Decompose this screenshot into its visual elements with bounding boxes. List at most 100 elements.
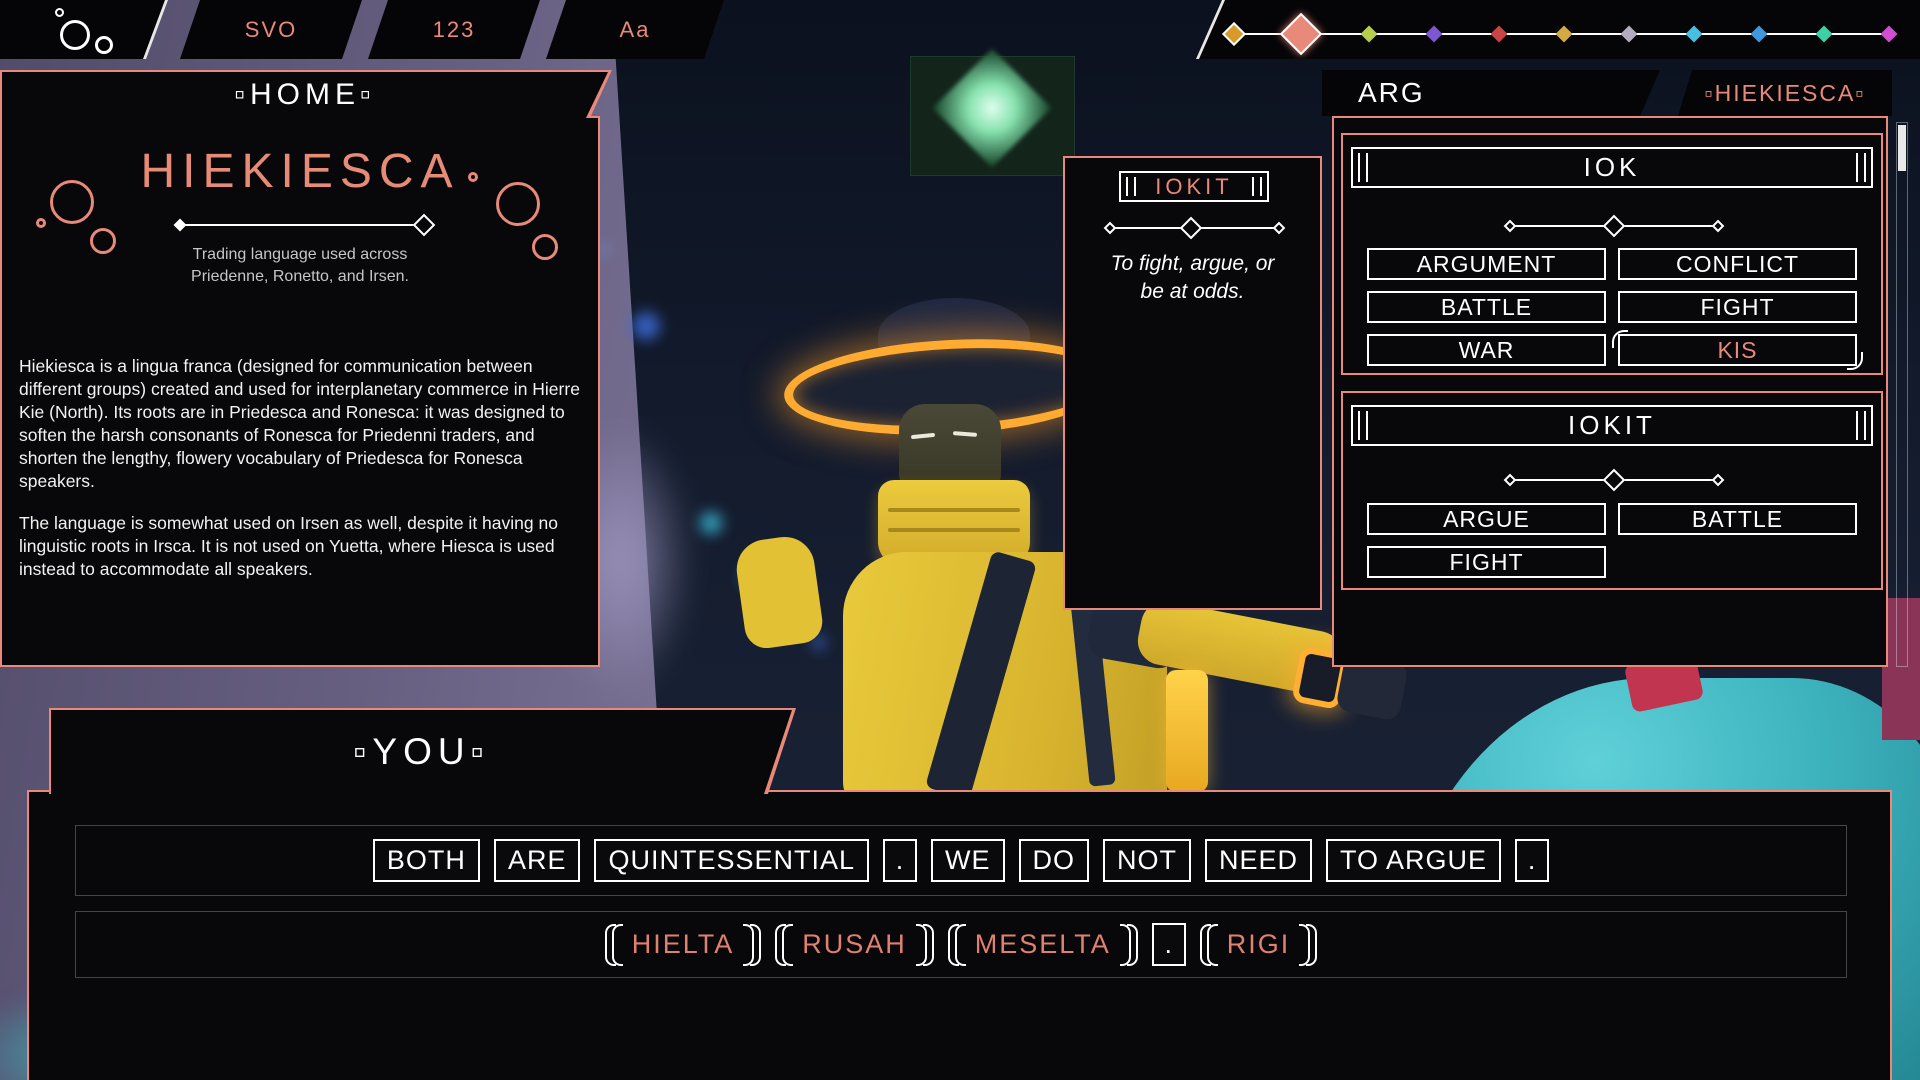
molecule-icon-dot (55, 8, 64, 17)
bracket-ornament-right (744, 922, 761, 968)
tab-hiekiesca-language[interactable]: ▫HIEKIESCA▫ (1678, 70, 1892, 116)
sentence-word[interactable]: BOTH (373, 839, 480, 882)
decor-circle (468, 172, 478, 182)
character-face (899, 404, 1001, 492)
bracket-ornament-right (1300, 922, 1317, 968)
tab-arg-category[interactable]: ARG (1322, 70, 1660, 116)
tab-home[interactable]: ▫HOME▫ (0, 70, 612, 118)
timeline-marker[interactable] (1491, 26, 1508, 43)
letters-tab-label: Aa (620, 17, 651, 43)
timeline-marker[interactable] (1816, 26, 1833, 43)
tab-you[interactable]: ▫YOU▫ (49, 708, 796, 794)
slider-diamond (1504, 474, 1517, 487)
divider-diamond (174, 219, 187, 232)
sentence-word[interactable]: QUINTESSENTIAL (594, 839, 869, 882)
sentence-word[interactable]: ARE (494, 839, 581, 882)
slider-diamond (1712, 220, 1725, 233)
svo-tab-label: SVO (245, 17, 297, 43)
sentence-word[interactable]: NOT (1103, 839, 1191, 882)
entry-slider[interactable] (1510, 479, 1718, 481)
timeline-marker[interactable] (1556, 26, 1573, 43)
timeline-marker[interactable] (1881, 26, 1898, 43)
sentence-word[interactable]: WE (931, 839, 1005, 882)
translation-grid: ARGUMENT CONFLICT BATTLE FIGHT WAR KIS (1367, 248, 1857, 366)
timeline-band (1196, 0, 1920, 59)
tooltip-slider (1110, 227, 1279, 229)
timeline-marker[interactable] (1426, 26, 1443, 43)
entry-slider[interactable] (1510, 225, 1718, 227)
home-panel: HIEKIESCA Trading language used across P… (0, 116, 600, 667)
bracket-ornament-left (1200, 922, 1217, 968)
timeline-marker[interactable] (1686, 26, 1703, 43)
translated-word[interactable]: MESELTA (948, 922, 1138, 968)
bracket-ornament-right (917, 922, 934, 968)
timeline-marker[interactable] (1621, 26, 1638, 43)
translation-button[interactable]: BATTLE (1618, 503, 1857, 535)
menu-tab-symbols[interactable] (0, 0, 168, 59)
translation-button[interactable]: CONFLICT (1618, 248, 1857, 280)
language-description-paragraph-1: Hiekiesca is a lingua franca (designed f… (19, 355, 582, 494)
bracket-ornament-left (948, 922, 965, 968)
tooltip-word-box: IOKIT (1119, 171, 1269, 202)
tooltip-word: IOKIT (1155, 174, 1232, 200)
translation-button[interactable]: WAR (1367, 334, 1606, 366)
entry-word: IOK (1584, 152, 1641, 183)
menu-tab-letters[interactable]: Aa (546, 0, 724, 59)
decor-circle (36, 218, 46, 228)
sentence-word[interactable]: TO ARGUE (1326, 839, 1501, 882)
translation-button[interactable]: FIGHT (1367, 546, 1606, 578)
language-subtitle-line2: Priedenne, Ronetto, and Irsen. (2, 266, 598, 288)
translation-button[interactable]: ARGUE (1367, 503, 1606, 535)
you-tab-label: ▫YOU▫ (353, 731, 489, 773)
molecule-icon-small-circle (95, 36, 113, 54)
translated-period[interactable]: . (1152, 923, 1186, 966)
translation-grid: ARGUE BATTLE FIGHT (1367, 503, 1857, 578)
translation-button[interactable]: ARGUMENT (1367, 248, 1606, 280)
bokeh-light (632, 312, 660, 340)
timeline-marker[interactable] (1361, 26, 1378, 43)
sentence-period[interactable]: . (883, 839, 917, 882)
translated-word[interactable]: HIELTA (605, 922, 762, 968)
hiekiesca-tab-label: ▫HIEKIESCA▫ (1704, 80, 1865, 107)
menu-tab-numbers[interactable]: 123 (368, 0, 540, 59)
dictionary-scrollbar[interactable] (1896, 122, 1908, 667)
language-description-paragraph-2: The language is somewhat used on Irsen a… (19, 512, 582, 581)
title-divider (180, 224, 424, 226)
translated-word-label: MESELTA (965, 922, 1121, 968)
numbers-tab-label: 123 (433, 17, 476, 43)
translation-button[interactable]: FIGHT (1618, 291, 1857, 323)
slider-diamond (1504, 220, 1517, 233)
tooltip-definition-line2: be at odds. (1065, 278, 1320, 306)
translation-button[interactable]: BATTLE (1367, 291, 1606, 323)
slider-diamond (1104, 222, 1117, 235)
translation-button-highlighted[interactable]: KIS (1618, 334, 1857, 366)
timeline-marker[interactable] (1751, 26, 1768, 43)
translated-word[interactable]: RIGI (1200, 922, 1318, 968)
scrollbar-thumb[interactable] (1898, 125, 1906, 171)
translated-word[interactable]: RUSAH (775, 922, 934, 968)
tooltip-definition-line1: To fight, argue, or (1065, 250, 1320, 278)
slider-diamond (1273, 222, 1286, 235)
game-screen: SVO 123 Aa ▫HOME▫ HIEKIESCA Tra (0, 0, 1920, 1080)
decor-circle (50, 180, 94, 224)
language-subtitle-line1: Trading language used across (2, 244, 598, 266)
translated-word-label: RIGI (1217, 922, 1301, 968)
dictionary-entry-iok: IOK ARGUMENT CONFLICT BATTLE FIGHT WAR K… (1341, 133, 1883, 375)
sentence-word[interactable]: NEED (1205, 839, 1312, 882)
decor-circle (496, 182, 540, 226)
translated-word-label: HIELTA (622, 922, 745, 968)
translated-word-label: RUSAH (792, 922, 917, 968)
timeline-marker[interactable] (1280, 13, 1322, 55)
translated-sentence-row: HIELTA RUSAH MESELTA . RIGI (75, 911, 1847, 978)
sentence-period[interactable]: . (1515, 839, 1549, 882)
dictionary-panel: IOK ARGUMENT CONFLICT BATTLE FIGHT WAR K… (1332, 116, 1888, 667)
entry-word-box[interactable]: IOK (1351, 147, 1873, 188)
symbols-icon (0, 0, 165, 59)
timeline-marker[interactable] (1222, 22, 1246, 46)
menu-tab-svo[interactable]: SVO (180, 0, 362, 59)
timeline-markers[interactable] (1199, 0, 1920, 59)
sentence-word[interactable]: DO (1019, 839, 1090, 882)
source-sentence-row: BOTH ARE QUINTESSENTIAL . WE DO NOT NEED… (75, 825, 1847, 896)
entry-word: IOKIT (1568, 410, 1656, 441)
entry-word-box[interactable]: IOKIT (1351, 405, 1873, 446)
